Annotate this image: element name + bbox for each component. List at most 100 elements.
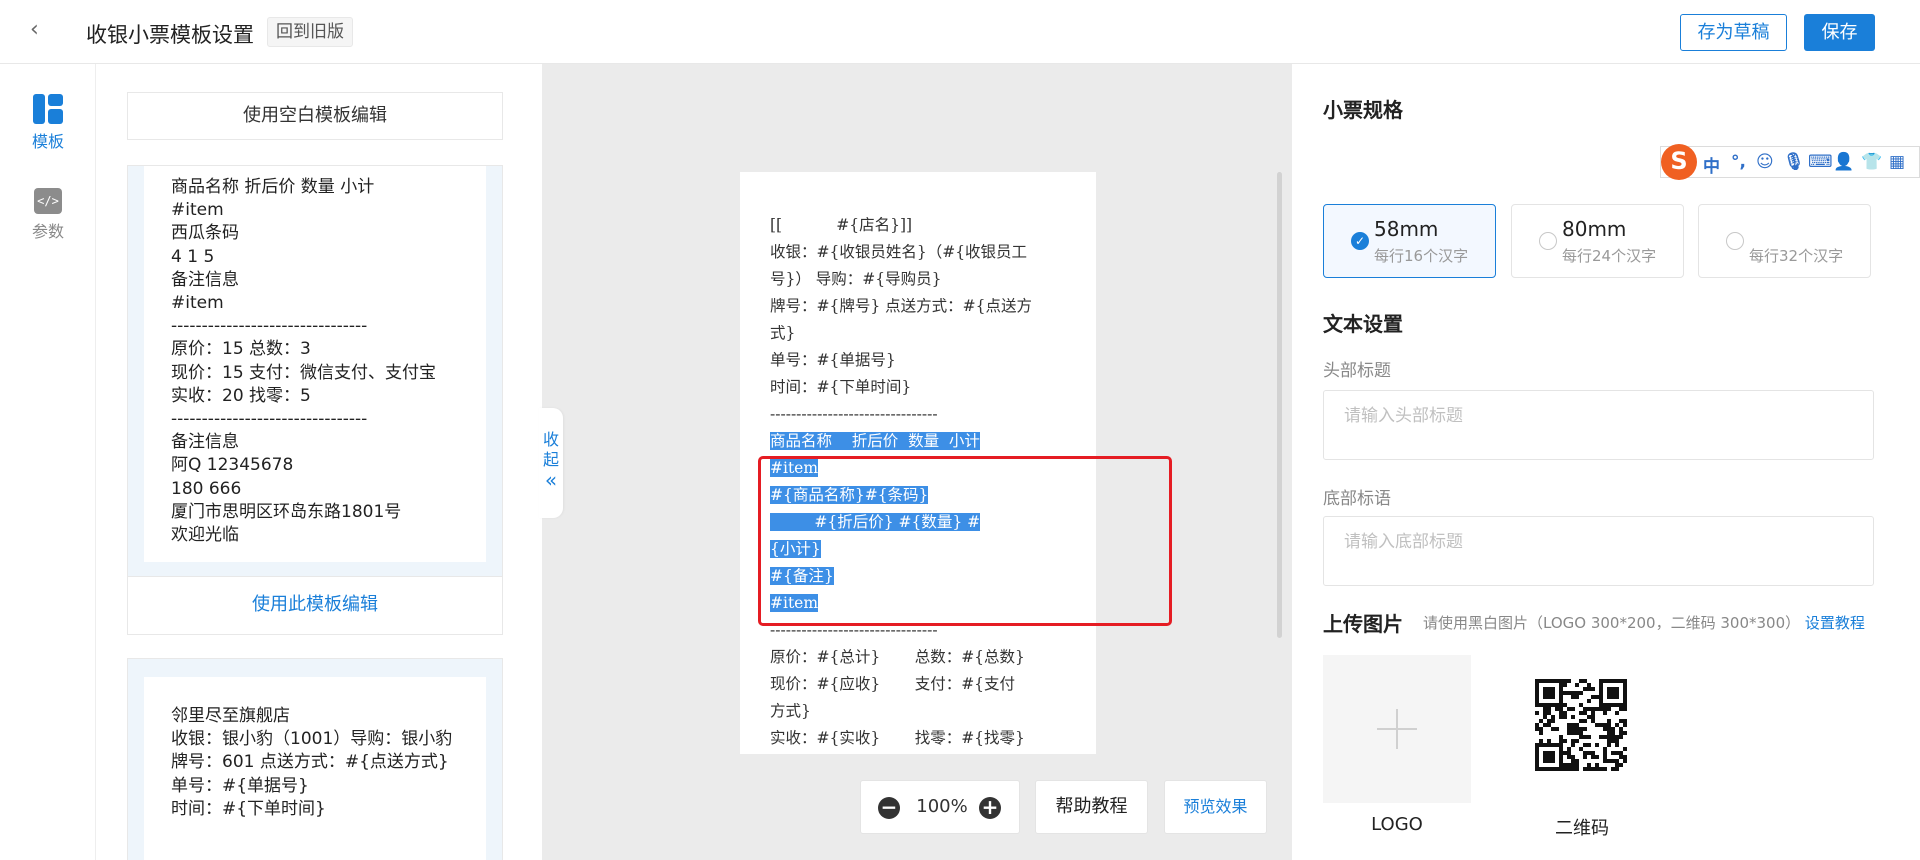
double-chevron-left-icon: «: [544, 468, 558, 492]
use-blank-template-button[interactable]: 使用空白模板编辑: [127, 92, 503, 140]
logo-upload-box[interactable]: [1323, 655, 1471, 803]
nav-label-templates: 模板: [31, 132, 64, 151]
nav-item-params[interactable]: </> 参数: [0, 188, 96, 242]
qr-label: 二维码: [1555, 818, 1609, 839]
nav-label-params: 参数: [31, 222, 64, 241]
receipt-line-text: 牌号：#{牌号} 点送方式：#{点送方: [770, 297, 1032, 315]
receipt-line[interactable]: 单号：#{单据号}: [770, 347, 1070, 374]
spec-option-third[interactable]: 每行32个汉字: [1698, 204, 1871, 278]
preview-effect-button[interactable]: 预览效果: [1164, 780, 1267, 834]
receipt-line[interactable]: 原价：#{总计} 总数：#{总数}: [770, 644, 1070, 671]
header-title-input[interactable]: 请输入头部标题: [1323, 390, 1874, 460]
preview-scrollbar[interactable]: [1277, 172, 1282, 638]
qr-code-image[interactable]: [1535, 657, 1629, 797]
receipt-line[interactable]: 商品名称 折后价 数量 小计: [770, 428, 1070, 455]
receipt-line[interactable]: 号}） 导购：#{导购员}: [770, 266, 1070, 293]
collapse-toggle[interactable]: 收起 «: [539, 408, 563, 518]
user-icon[interactable]: 👤: [1833, 152, 1854, 172]
template-card[interactable]: 邻里尽至旗舰店收银：银小豹（1001）导购：银小豹 牌号：601 点送方式：#{点…: [127, 658, 503, 860]
spec-option-58mm[interactable]: ✓ 58mm 每行16个汉字: [1323, 204, 1496, 278]
left-nav: 模板 </> 参数: [0, 64, 96, 860]
template-line: 备注信息: [171, 432, 239, 453]
old-version-button[interactable]: 回到旧版: [267, 17, 353, 47]
receipt-line-text: 号}） 导购：#{导购员}: [770, 270, 942, 288]
template-line: 单号：#{单据号}: [171, 775, 309, 796]
upload-section-title: 上传图片: [1323, 612, 1403, 636]
template-line: 商品名称 折后价 数量 小计: [171, 177, 375, 197]
skin-icon[interactable]: 👕: [1861, 152, 1882, 172]
template-card-bg: 邻里尽至旗舰店收银：银小豹（1001）导购：银小豹 牌号：601 点送方式：#{点…: [128, 659, 502, 860]
receipt-line[interactable]: --------------------------------: [770, 401, 1070, 428]
receipt-line[interactable]: 式}: [770, 320, 1070, 347]
template-card[interactable]: 商品名称 折后价 数量 小计 #item 西瓜条码 4 1 5 备注信息 #item ---…: [127, 165, 503, 635]
setup-tutorial-link[interactable]: 设置教程: [1805, 614, 1865, 632]
footer-slogan-label: 底部标语: [1323, 489, 1391, 509]
receipt-line[interactable]: [[ #{店名}]]: [770, 212, 1070, 239]
template-line: 西瓜条码: [171, 223, 239, 244]
punctuation-icon[interactable]: °,: [1731, 152, 1746, 172]
receipt-line-text: 原价：#{总计} 总数：#{总数}: [770, 648, 1025, 666]
code-icon: </>: [34, 188, 62, 214]
save-button[interactable]: 保存: [1804, 14, 1875, 51]
template-card-bg: 商品名称 折后价 数量 小计 #item 西瓜条码 4 1 5 备注信息 #item ---…: [128, 166, 502, 576]
toolbox-icon[interactable]: ▦: [1889, 152, 1905, 172]
sogou-logo-icon[interactable]: S: [1661, 144, 1697, 180]
upload-tip: 请使用黑白图片（LOGO 300*200，二维码 300*300） 设置教程: [1423, 612, 1865, 633]
radio-icon: [1539, 232, 1557, 250]
template-line: 原价：15 总数：3: [171, 339, 311, 360]
template-preview-text: 邻里尽至旗舰店收银：银小豹（1001）导购：银小豹 牌号：601 点送方式：#{点…: [144, 677, 486, 860]
spec-sub: 每行24个汉字: [1562, 247, 1657, 265]
logo-label: LOGO: [1371, 814, 1423, 835]
settings-panel: 小票规格 ✓ 58mm 每行16个汉字 80mm 每行24个汉字 每行32个汉字…: [1293, 64, 1920, 860]
help-tutorial-button[interactable]: 帮助教程: [1035, 780, 1148, 834]
footer-slogan-input[interactable]: 请输入底部标题: [1323, 516, 1874, 586]
template-line: 阿Q 12345678: [171, 455, 294, 476]
receipt-line[interactable]: 现价：#{应收} 支付：#{支付: [770, 671, 1070, 698]
save-draft-button[interactable]: 存为草稿: [1680, 14, 1787, 51]
emoji-icon[interactable]: ☺: [1756, 152, 1774, 172]
receipt-line[interactable]: 实收：#{实收} 找零：#{找零}: [770, 725, 1070, 752]
receipt-line-text: 式}: [770, 324, 796, 342]
receipt-line-text: 单号：#{单据号}: [770, 351, 896, 369]
chevron-left-icon[interactable]: ‹: [30, 18, 39, 42]
zoom-out-icon[interactable]: −: [878, 797, 900, 819]
ime-lang[interactable]: 中: [1703, 152, 1720, 177]
template-line: 邻里尽至旗舰店: [171, 706, 290, 726]
receipt-line[interactable]: 方式}: [770, 698, 1070, 725]
receipt-line-text: [[ #{店名}]]: [770, 216, 913, 234]
template-line: 欢迎光临: [171, 525, 239, 546]
template-line: --------------------------------: [171, 316, 368, 337]
zoom-control: − 100% +: [860, 780, 1020, 834]
receipt-line-text: 方式}: [770, 702, 811, 720]
use-this-template-button[interactable]: 使用此模板编辑: [128, 576, 502, 634]
template-line: 厦门市思明区环岛东路1801号: [171, 501, 402, 522]
receipt-line[interactable]: 牌号：#{牌号} 点送方式：#{点送方: [770, 293, 1070, 320]
microphone-icon[interactable]: 🎙: [1783, 152, 1805, 172]
template-line: 牌号：601 点送方式：#{点送方式}: [171, 752, 449, 773]
template-line: 4 1 5: [171, 246, 215, 267]
template-line: 收银：银小豹（1001）导购：银小豹: [171, 729, 453, 750]
spec-option-80mm[interactable]: 80mm 每行24个汉字: [1511, 204, 1684, 278]
header-title-label: 头部标题: [1323, 361, 1391, 381]
template-list-panel: 使用空白模板编辑 商品名称 折后价 数量 小计 #item 西瓜条码 4 1 5 备注信…: [97, 64, 542, 860]
radio-icon: [1726, 232, 1744, 250]
template-line: #item: [171, 200, 224, 221]
template-line: 180 666: [171, 478, 242, 499]
receipt-line-text: 时间：#{下单时间}: [770, 378, 912, 396]
plus-icon: [1377, 709, 1417, 749]
spec-section-title: 小票规格: [1323, 98, 1403, 122]
receipt-line-text: 收银：#{收银员姓名}（#{收银员工: [770, 243, 1028, 261]
receipt-line-text: --------------------------------: [770, 405, 938, 423]
annotation-highlight-box: [758, 456, 1172, 626]
template-line: 时间：#{下单时间}: [171, 798, 326, 819]
receipt-line[interactable]: 收银：#{收银员姓名}（#{收银员工: [770, 239, 1070, 266]
zoom-level: 100%: [916, 796, 968, 817]
nav-item-templates[interactable]: 模板: [0, 94, 96, 152]
receipt-line-text: 商品名称 折后价 数量 小计: [770, 432, 980, 450]
ime-toolbar: S 中 °, ☺ 🎙 ⌨ 👤 👕 ▦: [1660, 144, 1920, 180]
template-line: #item: [171, 293, 224, 314]
receipt-line-text: 实收：#{实收} 找零：#{找零}: [770, 729, 1025, 747]
receipt-line[interactable]: 时间：#{下单时间}: [770, 374, 1070, 401]
keyboard-icon[interactable]: ⌨: [1808, 152, 1833, 172]
zoom-in-icon[interactable]: +: [979, 797, 1001, 819]
